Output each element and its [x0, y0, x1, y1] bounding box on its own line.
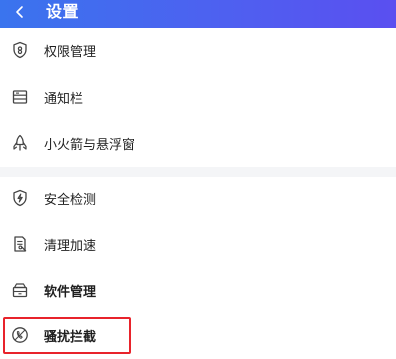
- settings-item-label: 小火箭与悬浮窗: [44, 137, 136, 153]
- settings-item-label: 安全检测: [44, 192, 97, 208]
- cleanup-document-icon: [10, 234, 30, 254]
- notification-bar-icon: [10, 87, 30, 107]
- settings-item-label: 通知栏: [44, 91, 84, 107]
- settings-item-label: 清理加速: [44, 238, 97, 254]
- settings-item-permission[interactable]: 权限管理: [0, 27, 396, 73]
- settings-item-security-check[interactable]: 安全检测: [0, 175, 396, 221]
- settings-item-rocket[interactable]: 小火箭与悬浮窗: [0, 120, 396, 166]
- rocket-icon: [10, 133, 30, 153]
- shield-bolt-icon: [10, 188, 30, 208]
- settings-item-cleanup[interactable]: 清理加速: [0, 221, 396, 267]
- back-button[interactable]: [6, 0, 34, 24]
- settings-item-software[interactable]: 软件管理: [0, 267, 396, 313]
- highlight-annotation: [3, 317, 131, 354]
- chevron-left-icon: [16, 6, 23, 18]
- page-title: 设置: [46, 2, 80, 21]
- settings-item-label: 软件管理: [44, 284, 97, 300]
- software-box-icon: [10, 280, 30, 300]
- app-header: 设置: [0, 0, 396, 28]
- settings-item-notification[interactable]: 通知栏: [0, 74, 396, 120]
- settings-item-label: 权限管理: [44, 44, 97, 60]
- shield-lock-icon: [10, 40, 30, 60]
